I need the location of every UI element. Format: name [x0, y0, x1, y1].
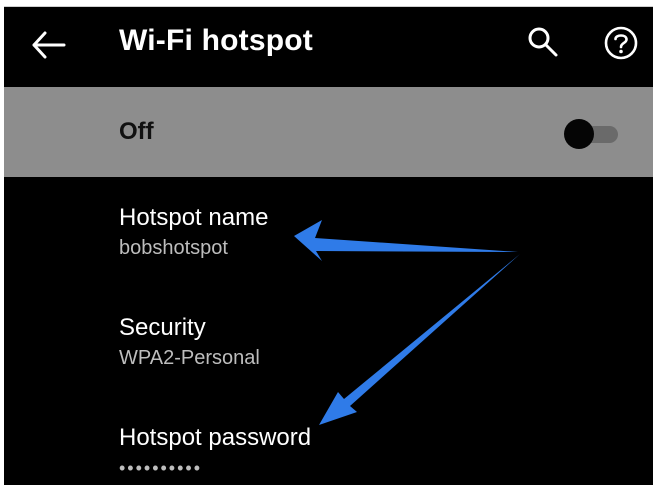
setting-title: Hotspot password — [119, 424, 312, 451]
toggle-thumb — [564, 119, 594, 149]
setting-value-masked-password: •••••••••• — [119, 458, 203, 478]
hotspot-toggle-switch[interactable] — [564, 119, 620, 149]
setting-value: WPA2-Personal — [119, 347, 260, 369]
page-title: Wi-Fi hotspot — [119, 24, 313, 57]
setting-hotspot-name[interactable]: Hotspot name bobshotspot — [4, 177, 653, 277]
screen-frame: Wi-Fi hotspot Off Hotspot name bobshotsp… — [4, 6, 653, 485]
setting-hotspot-password[interactable]: Hotspot password •••••••••• — [4, 397, 653, 485]
setting-value: bobshotspot — [119, 237, 228, 259]
back-arrow-icon[interactable] — [28, 25, 68, 65]
hotspot-master-switch-row[interactable]: Off — [4, 87, 653, 177]
setting-title: Security — [119, 314, 206, 341]
help-icon[interactable] — [602, 24, 640, 62]
setting-title: Hotspot name — [119, 204, 269, 231]
search-icon[interactable] — [526, 25, 560, 59]
master-switch-label: Off — [119, 118, 154, 145]
app-bar: Wi-Fi hotspot — [4, 7, 653, 87]
setting-security[interactable]: Security WPA2-Personal — [4, 287, 653, 387]
